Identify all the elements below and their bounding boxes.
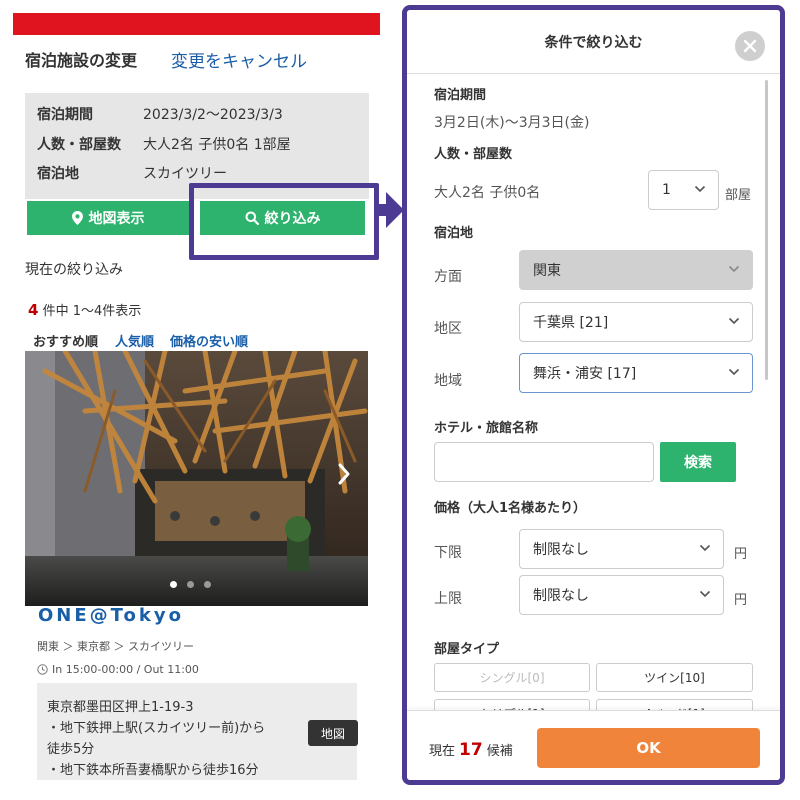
price-min-label: 下限 (434, 545, 462, 561)
brand-header-bar (13, 13, 380, 35)
crumb-item[interactable]: スカイツリー (128, 640, 194, 653)
ok-button[interactable]: OK (537, 728, 760, 768)
candidate-count: 現在 17 候補 (429, 740, 513, 760)
region-select[interactable]: 舞浜・浦安 [17] (519, 353, 753, 393)
hotel-name-input[interactable] (434, 442, 654, 482)
checkin-time: In 15:00-00:00 / Out 11:00 (37, 663, 199, 676)
hotel-access-line: 徒歩5分 (47, 742, 95, 757)
result-count-suffix: 件中 1〜4件表示 (42, 304, 142, 319)
price-max-unit: 円 (734, 593, 748, 608)
area-label: 方面 (434, 269, 462, 285)
current-filter-text: 現在の絞り込み (25, 262, 123, 278)
stay-period-value: 3月2日(木)〜3月3日(金) (434, 115, 590, 131)
area-select-value: 関東 (533, 263, 561, 279)
search-results-page: 宿泊施設の変更 変更をキャンセル 宿泊期間 2023/3/2〜2023/3/3 … (13, 13, 380, 780)
rooms-unit: 部屋 (725, 188, 752, 203)
hotel-name-heading: ホテル・旅館名称 (434, 421, 539, 436)
sort-tab-recommended[interactable]: おすすめ順 (33, 331, 98, 350)
checkin-text: In 15:00-00:00 / Out 11:00 (52, 663, 199, 676)
hotel-breadcrumb: 関東 ＞ 東京都 ＞ スカイツリー (37, 640, 194, 653)
price-max-label: 上限 (434, 591, 462, 607)
people-value: 大人2名 子供0名 (434, 185, 541, 201)
modal-footer: 現在 17 候補 OK (407, 710, 780, 780)
hotel-access-line: ・地下鉄押上駅(スカイツリー前)から (47, 721, 266, 736)
pin-icon (71, 211, 83, 225)
people-rooms-heading: 人数・部屋数 (434, 147, 513, 162)
candidate-prefix: 現在 (429, 744, 456, 759)
area-select[interactable]: 関東 (519, 250, 753, 290)
place-heading: 宿泊地 (434, 226, 474, 241)
summary-label: 宿泊期間 (37, 107, 93, 123)
hotel-name[interactable]: ONE@Tokyo (38, 605, 184, 626)
filter-button-highlight (189, 183, 379, 260)
price-max-select[interactable]: 制限なし (519, 575, 724, 615)
chevron-down-icon (728, 317, 740, 325)
crumb-item[interactable]: 関東 (37, 640, 59, 653)
close-icon (743, 39, 757, 53)
hotel-access-line: ・地下鉄本所吾妻橋駅から徒歩16分 (47, 763, 259, 778)
chevron-down-icon (699, 590, 711, 598)
photo-dot[interactable] (170, 581, 177, 588)
chevron-down-icon (728, 368, 740, 376)
photo-dot[interactable] (204, 581, 211, 588)
district-select-value: 千葉県 [21] (533, 315, 609, 331)
summary-value: スカイツリー (143, 166, 227, 182)
crumb-item[interactable]: 東京都 (77, 640, 110, 653)
summary-label: 宿泊地 (37, 166, 79, 182)
photo-dot[interactable] (187, 581, 194, 588)
photo-pagination (170, 581, 211, 588)
sort-tab-price[interactable]: 価格の安い順 (170, 331, 248, 350)
region-select-value: 舞浜・浦安 [17] (533, 366, 637, 382)
arrow-right-icon (378, 192, 404, 228)
modal-title: 条件で絞り込む (407, 10, 780, 74)
room-type-twin[interactable]: ツイン[10] (596, 663, 753, 692)
chevron-down-icon (694, 185, 706, 193)
rooms-select-value: 1 (662, 182, 671, 198)
chevron-right-icon[interactable] (337, 463, 351, 485)
filter-modal: 条件で絞り込む 宿泊期間 3月2日(木)〜3月3日(金) 人数・部屋数 大人2名… (407, 10, 780, 780)
filter-modal-frame: 条件で絞り込む 宿泊期間 3月2日(木)〜3月3日(金) 人数・部屋数 大人2名… (402, 5, 785, 785)
result-count-number: 4 (28, 301, 39, 319)
region-label: 地域 (434, 373, 462, 389)
sort-tab-popular[interactable]: 人気順 (115, 331, 154, 350)
result-count: 4 件中 1〜4件表示 (28, 300, 141, 319)
hotel-search-button[interactable]: 検索 (660, 442, 736, 482)
clock-icon (37, 664, 48, 675)
summary-value: 2023/3/2〜2023/3/3 (143, 107, 283, 123)
stay-period-heading: 宿泊期間 (434, 88, 487, 103)
summary-label: 人数・部屋数 (37, 137, 121, 153)
price-min-select[interactable]: 制限なし (519, 529, 724, 569)
hotel-photo[interactable] (25, 351, 368, 606)
map-view-label: 地図表示 (88, 211, 145, 227)
room-type-heading: 部屋タイプ (434, 642, 500, 657)
page-title: 宿泊施設の変更 (25, 51, 138, 70)
hotel-address: 東京都墨田区押上1-19-3 (47, 700, 194, 715)
district-label: 地区 (434, 321, 462, 337)
summary-value: 大人2名 子供0名 1部屋 (143, 137, 291, 153)
close-button[interactable] (735, 31, 765, 61)
district-select[interactable]: 千葉県 [21] (519, 302, 753, 342)
price-min-value: 制限なし (533, 542, 589, 558)
chevron-down-icon (699, 544, 711, 552)
modal-scrollbar[interactable] (765, 80, 768, 380)
price-heading: 価格（大人1名様あたり） (434, 501, 587, 516)
room-type-single[interactable]: シングル[0] (434, 663, 590, 692)
rooms-select[interactable]: 1 (648, 170, 719, 210)
hotel-photo-illustration (25, 351, 368, 606)
chevron-down-icon (728, 265, 740, 273)
candidate-suffix: 候補 (486, 744, 513, 759)
hotel-address-box: 東京都墨田区押上1-19-3 ・地下鉄押上駅(スカイツリー前)から 徒歩5分 ・… (37, 683, 358, 780)
price-max-value: 制限なし (533, 588, 589, 604)
price-min-unit: 円 (734, 547, 748, 562)
map-view-button[interactable]: 地図表示 (27, 201, 189, 235)
candidate-number: 17 (459, 740, 483, 760)
hotel-map-button[interactable]: 地図 (308, 720, 358, 746)
cancel-change-link[interactable]: 変更をキャンセル (171, 47, 307, 72)
